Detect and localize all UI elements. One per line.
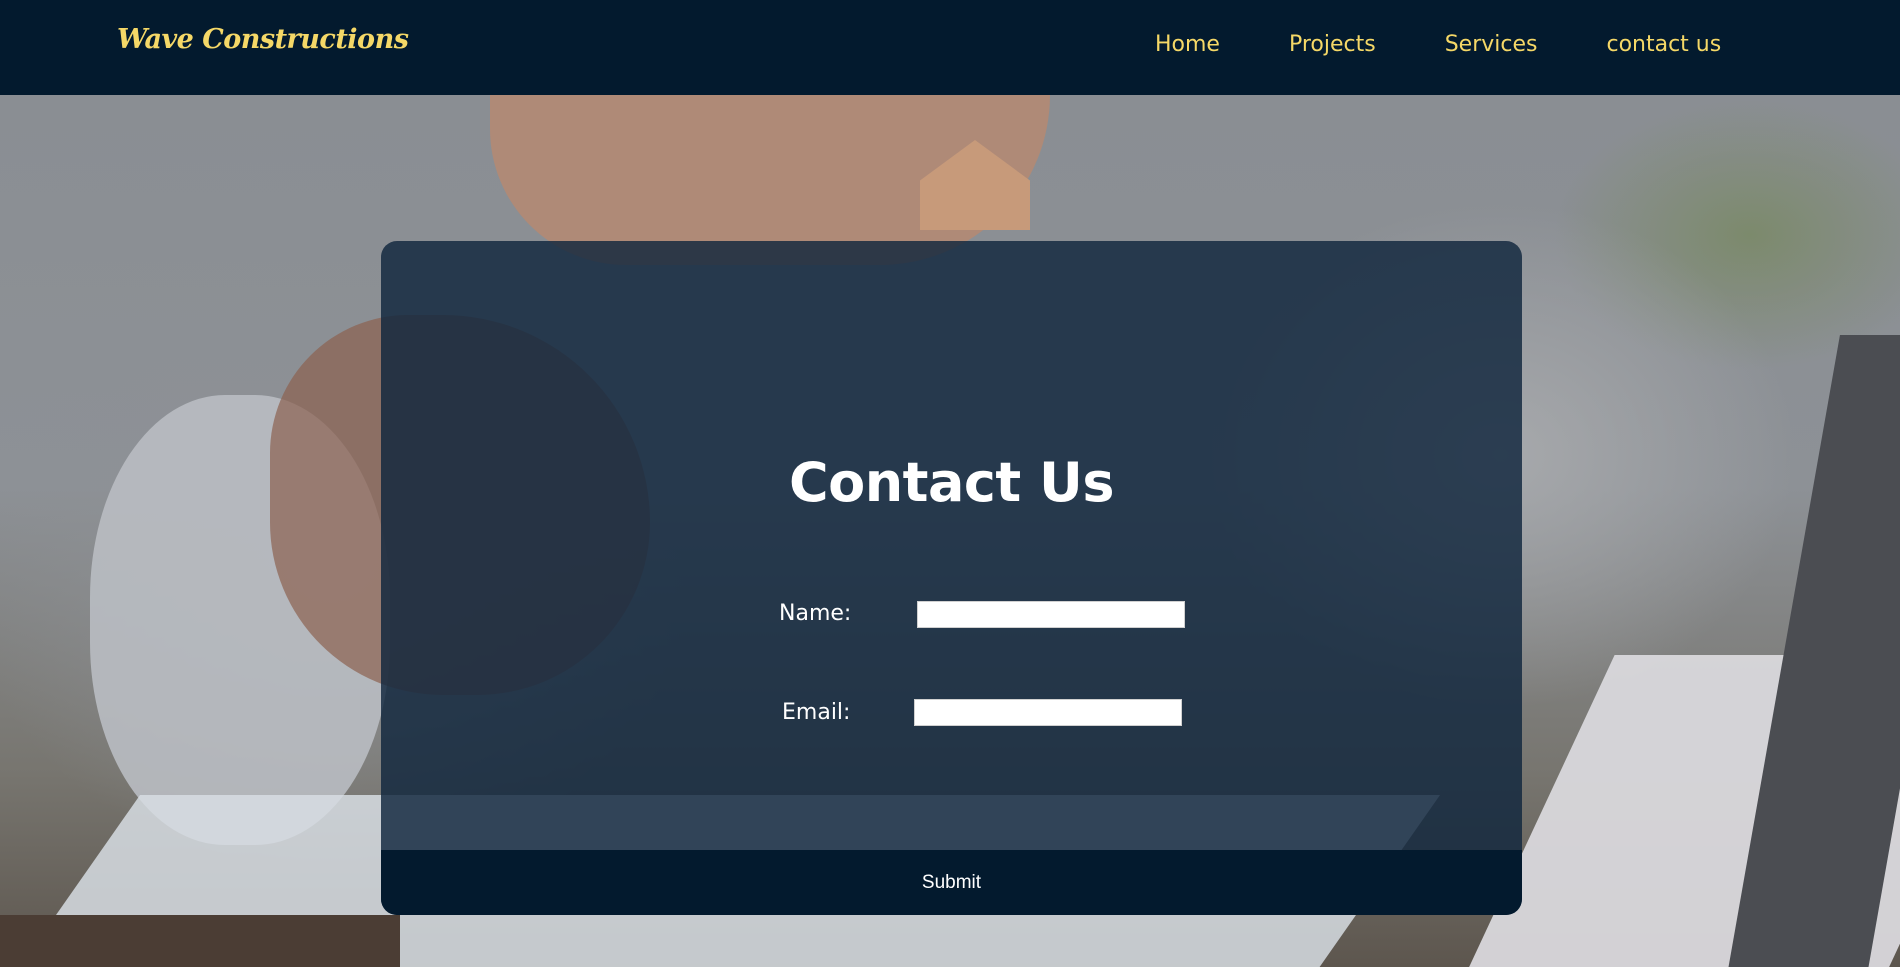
nav-link-home[interactable]: Home — [1155, 32, 1220, 57]
navbar: Wave Constructions Home Projects Service… — [0, 0, 1900, 95]
submit-button[interactable]: Submit — [381, 850, 1522, 915]
background-laptop-screen — [1720, 335, 1900, 967]
email-input[interactable] — [914, 699, 1182, 726]
nav-link-projects[interactable]: Projects — [1289, 32, 1376, 57]
contact-form-card: Contact Us Name: Email: Submit — [381, 241, 1522, 915]
name-input[interactable] — [917, 601, 1185, 628]
nav-links: Home Projects Services contact us — [1155, 32, 1721, 57]
site-logo[interactable]: Wave Constructions — [117, 24, 409, 55]
background-table — [0, 915, 400, 967]
nav-link-services[interactable]: Services — [1445, 32, 1538, 57]
nav-link-contact-us[interactable]: contact us — [1606, 32, 1721, 57]
contact-title: Contact Us — [788, 451, 1115, 514]
name-label: Name: — [779, 601, 852, 626]
email-label: Email: — [782, 700, 851, 725]
